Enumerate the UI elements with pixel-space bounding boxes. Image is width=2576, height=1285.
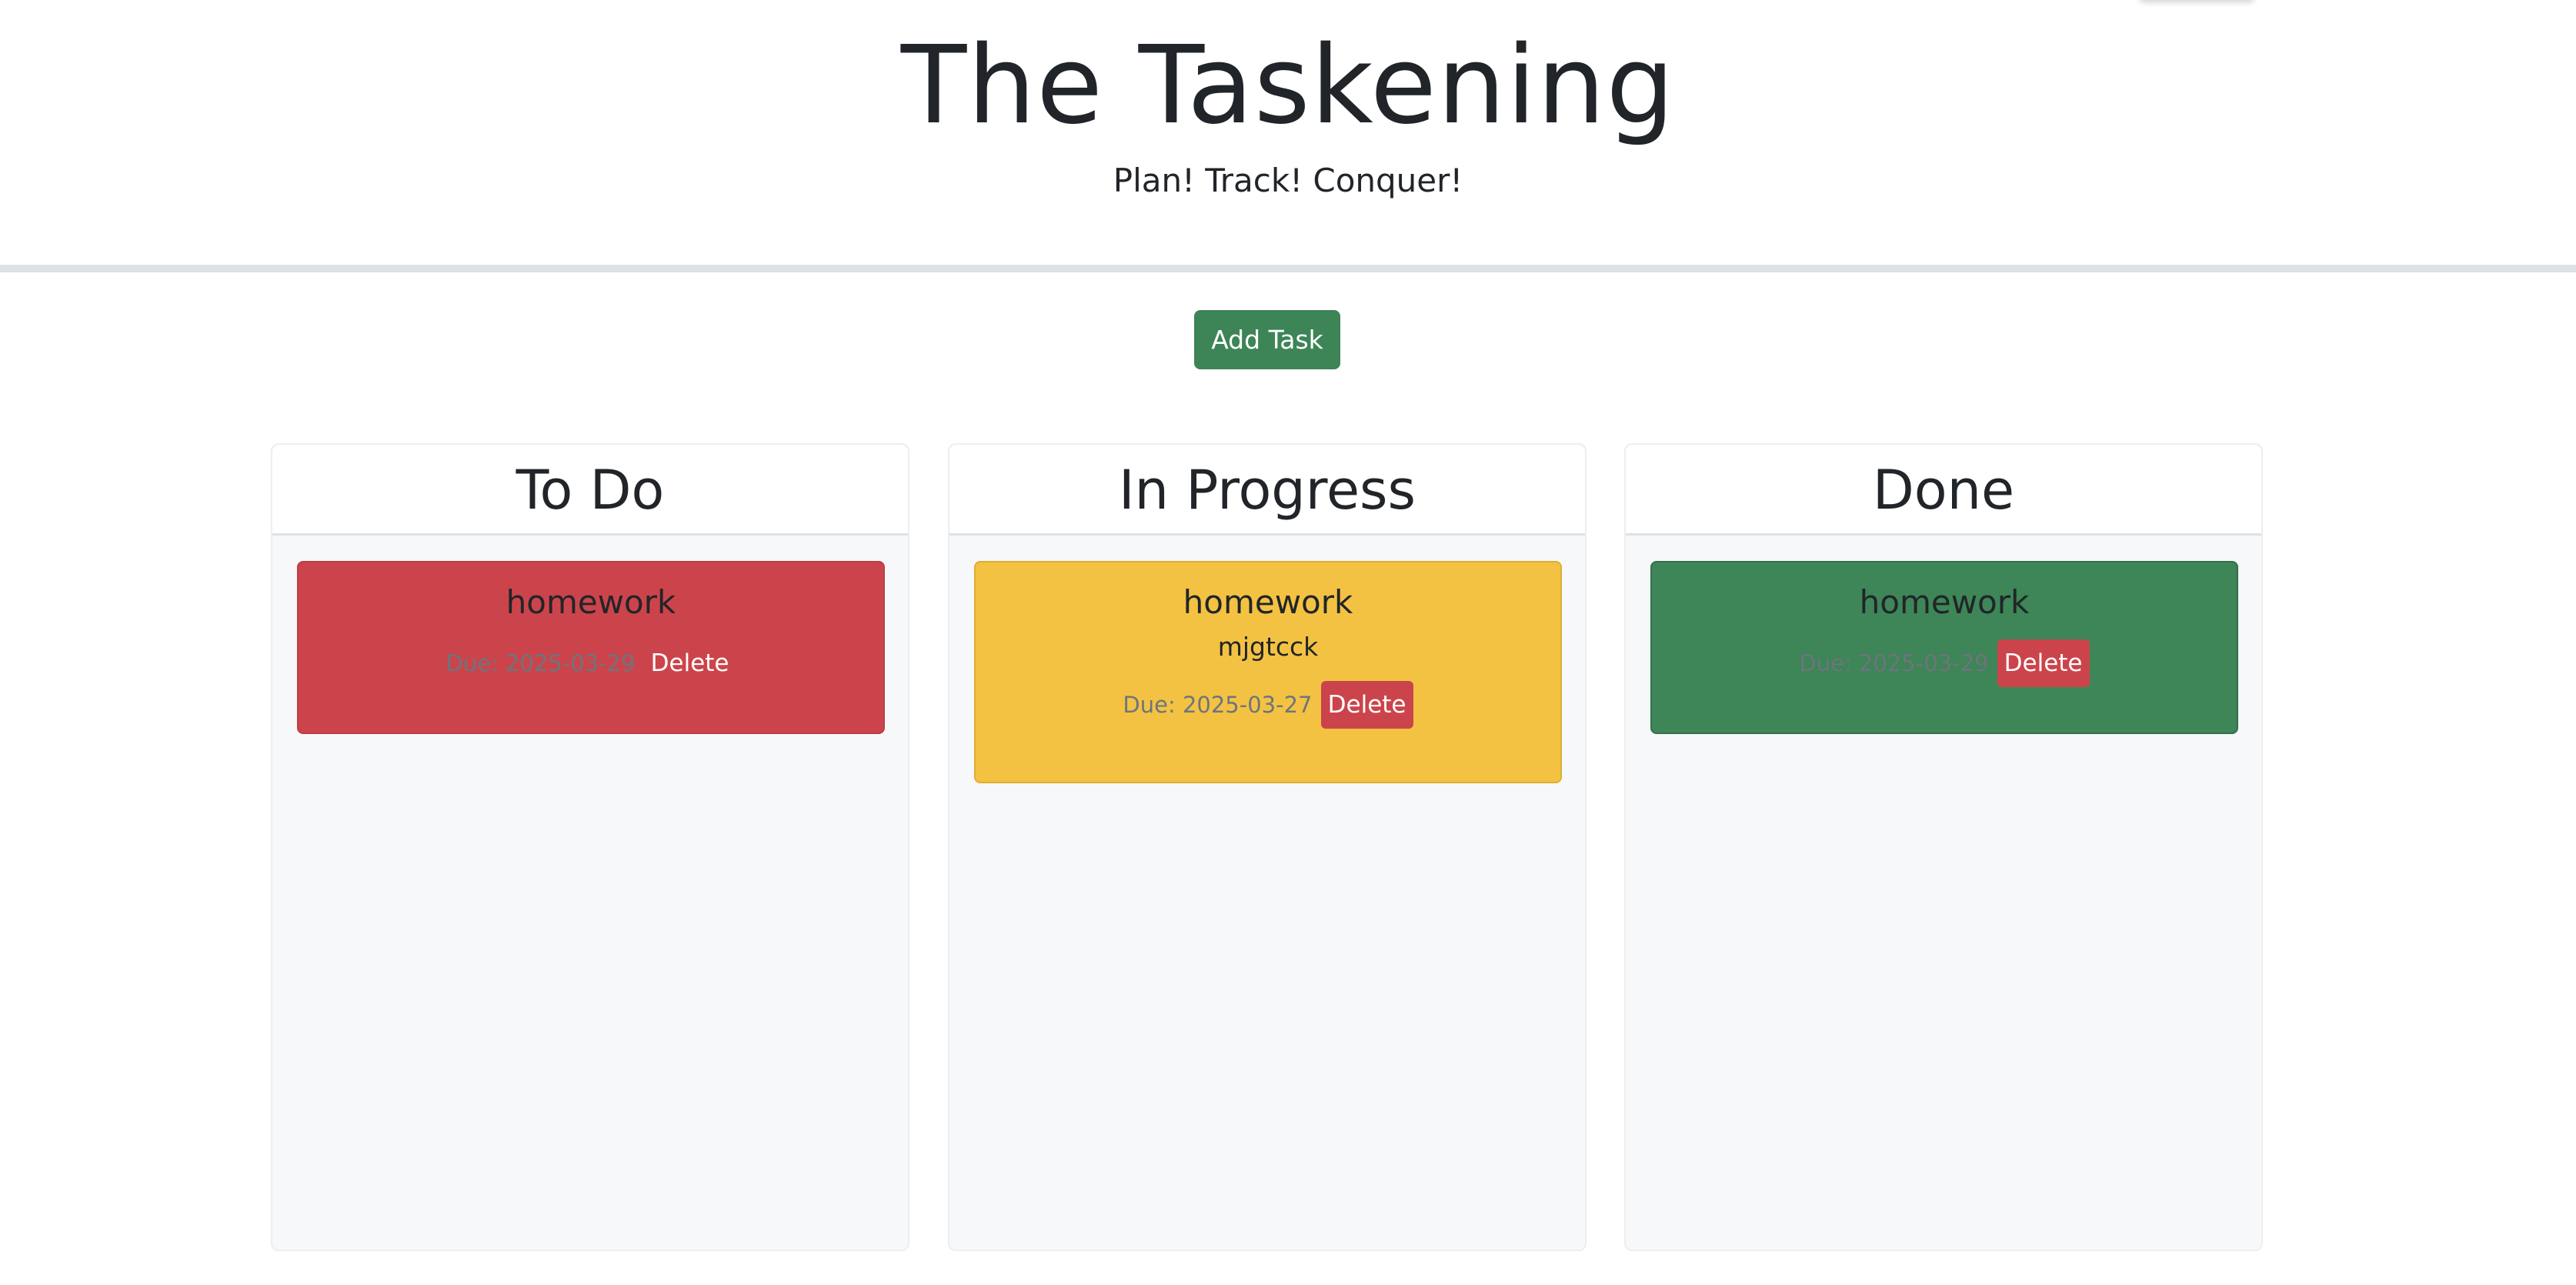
task-card[interactable]: homework Due: 2025-03-29 Delete bbox=[297, 561, 885, 734]
task-description: mjgtcck bbox=[1217, 632, 1319, 662]
page-header: The Taskening Plan! Track! Conquer! bbox=[0, 0, 2576, 272]
task-footer: Due: 2025-03-29 Delete bbox=[299, 639, 883, 687]
delete-task-button[interactable]: Delete bbox=[643, 639, 736, 687]
add-task-button[interactable]: Add Task bbox=[1194, 310, 1340, 369]
task-card[interactable]: homework Due: 2025-03-29 Delete bbox=[1650, 561, 2238, 734]
lane-done: Done homework Due: 2025-03-29 Delete bbox=[1624, 443, 2263, 1251]
task-card[interactable]: homework mjgtcck Due: 2025-03-27 Delete bbox=[974, 561, 1562, 783]
page-subtitle: Plan! Track! Conquer! bbox=[1113, 162, 1463, 199]
task-due-date: Due: 2025-03-27 bbox=[1123, 692, 1313, 718]
task-due-date: Due: 2025-03-29 bbox=[1799, 650, 1989, 676]
delete-task-button[interactable]: Delete bbox=[1320, 681, 1413, 729]
page-title: The Taskening bbox=[900, 23, 1676, 149]
task-footer: Due: 2025-03-29 Delete bbox=[1652, 639, 2237, 687]
delete-task-button[interactable]: Delete bbox=[1997, 639, 2090, 687]
task-title: homework bbox=[506, 583, 676, 621]
task-title: homework bbox=[1183, 583, 1353, 621]
lane-in-progress: In Progress homework mjgtcck Due: 2025-0… bbox=[948, 443, 1587, 1251]
lane-todo: To Do homework Due: 2025-03-29 Delete bbox=[271, 443, 909, 1251]
task-footer: Due: 2025-03-27 Delete bbox=[976, 681, 1560, 729]
task-due-date: Due: 2025-03-29 bbox=[445, 650, 636, 676]
lane-title-todo: To Do bbox=[272, 445, 908, 536]
lane-title-done: Done bbox=[1626, 445, 2261, 536]
task-title: homework bbox=[1859, 583, 2030, 621]
lane-title-in-progress: In Progress bbox=[949, 445, 1585, 536]
header-divider bbox=[0, 265, 2576, 272]
